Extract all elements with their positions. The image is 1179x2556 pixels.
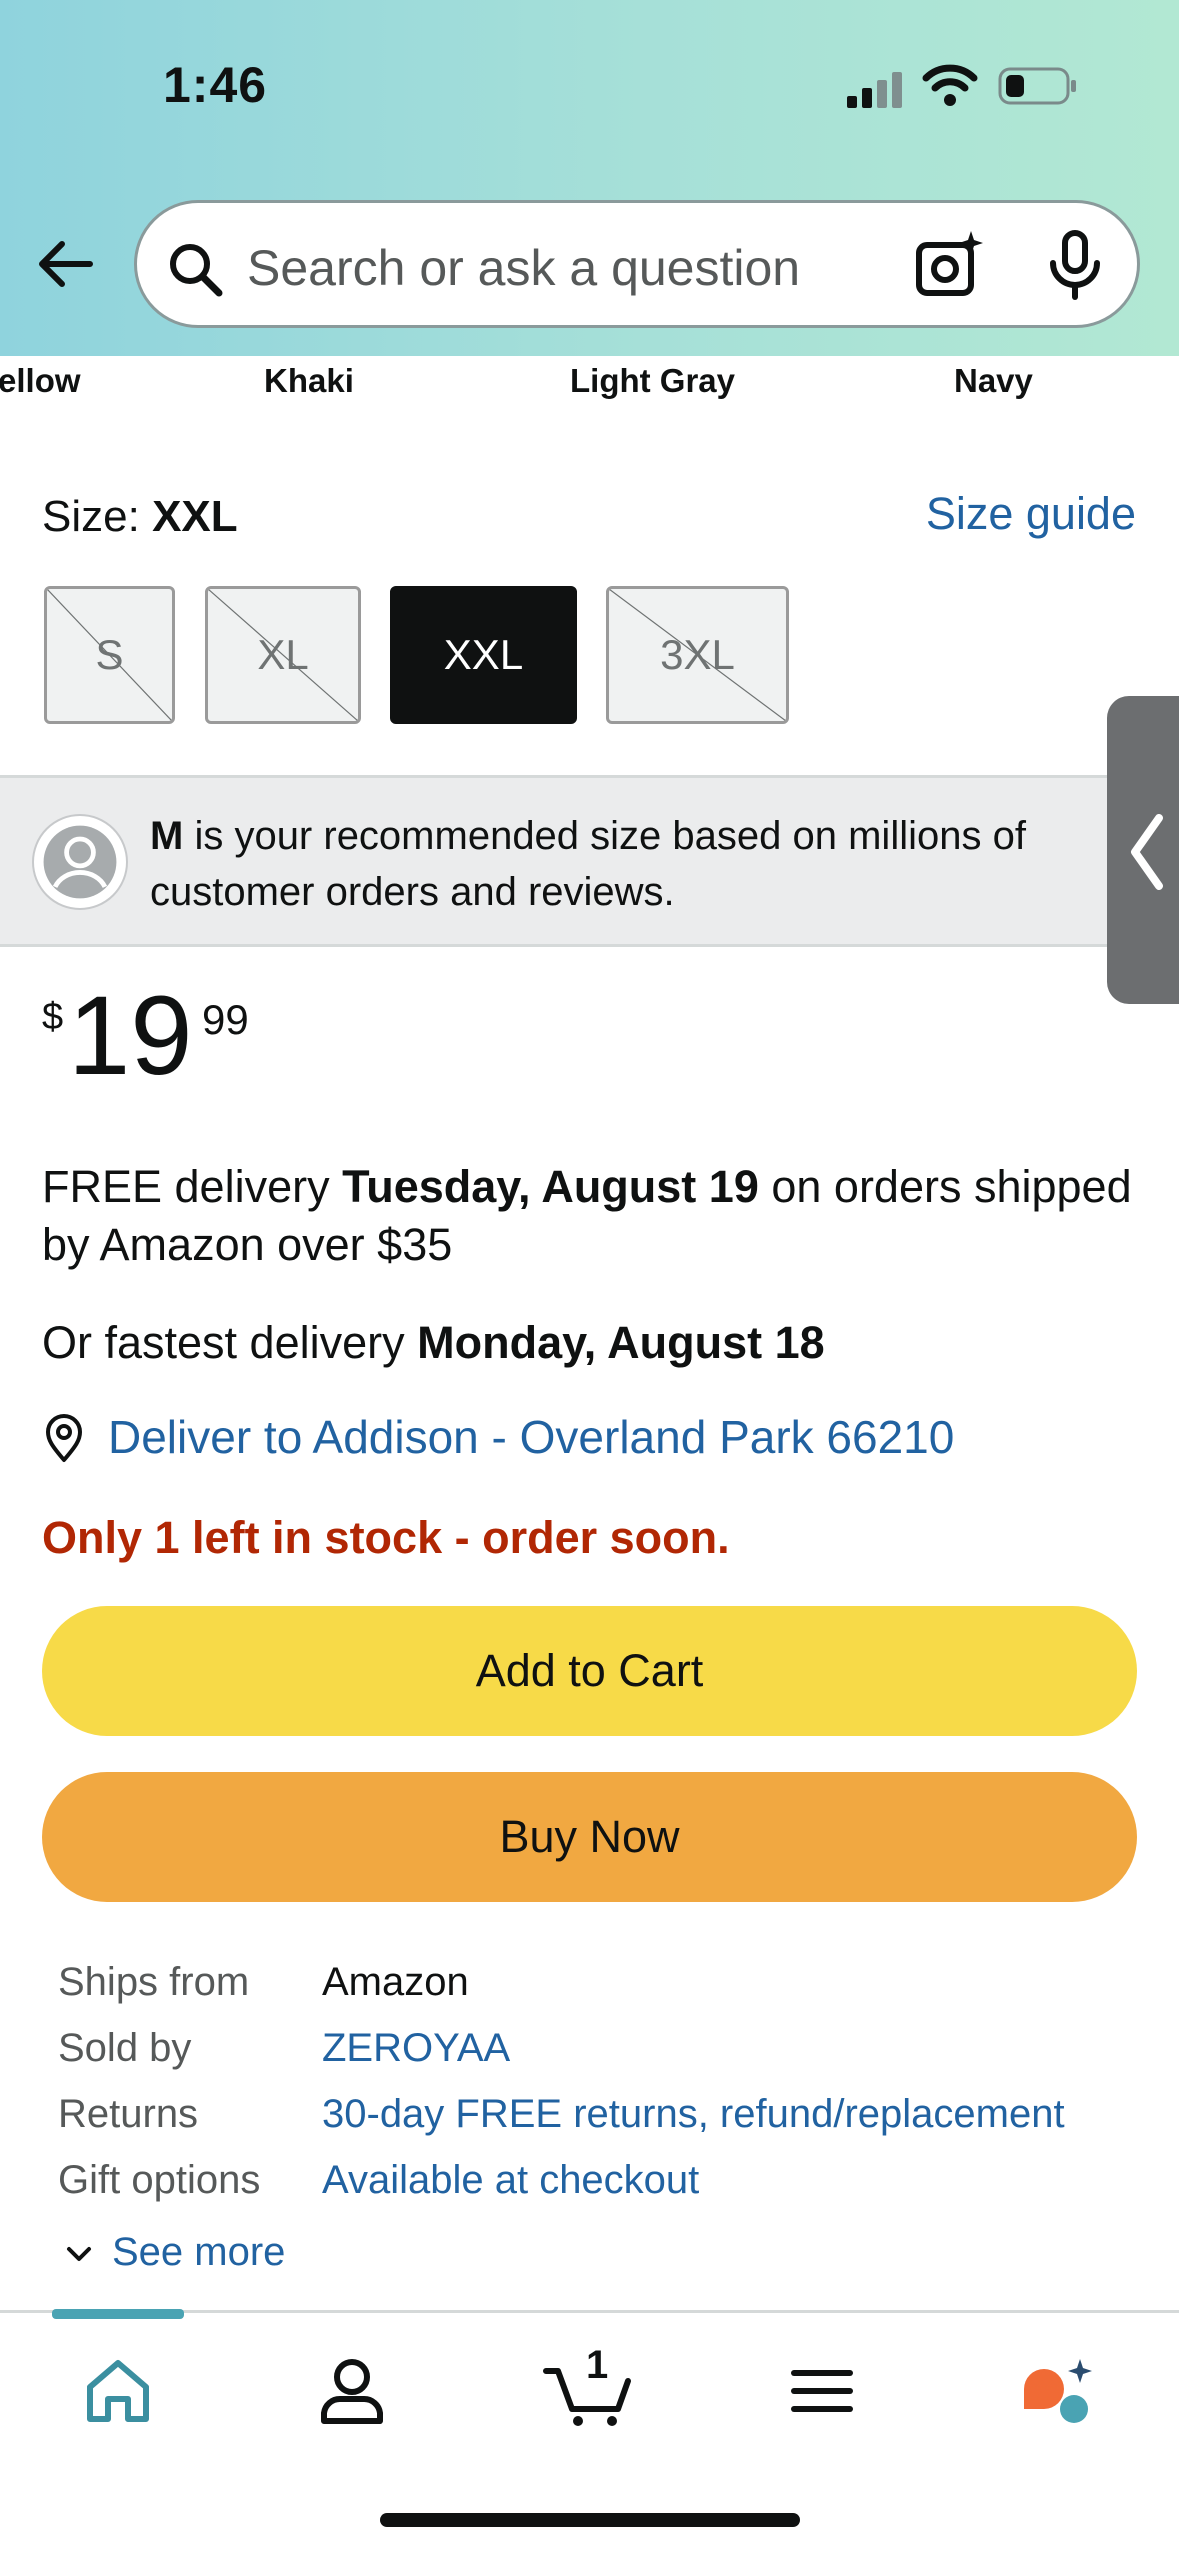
avatar-icon bbox=[32, 814, 128, 910]
rufus-icon[interactable] bbox=[1016, 2351, 1096, 2431]
side-panel-tab[interactable] bbox=[1107, 696, 1179, 1004]
bottom-navigation: 1 bbox=[0, 2309, 1179, 2556]
fastest-delivery-text: Or fastest delivery Monday, August 18 bbox=[42, 1314, 1142, 1372]
size-option-xl[interactable]: XL bbox=[205, 586, 361, 724]
seller-link[interactable]: ZEROYAA bbox=[322, 2026, 510, 2071]
account-icon[interactable] bbox=[312, 2351, 392, 2431]
detail-row-gift-options: Gift options Available at checkout bbox=[58, 2158, 1158, 2218]
size-option-xxl[interactable]: XXL bbox=[390, 586, 577, 724]
size-option-s[interactable]: S bbox=[44, 586, 175, 724]
fastest-delivery-prefix: Or fastest delivery bbox=[42, 1317, 418, 1368]
status-time: 1:46 bbox=[163, 57, 268, 113]
see-more-link[interactable]: See more bbox=[64, 2230, 285, 2275]
size-guide-link[interactable]: Size guide bbox=[926, 488, 1136, 540]
deliver-to-address[interactable]: Deliver to Addison - Overland Park 66210 bbox=[108, 1410, 954, 1464]
recommendation-text: M is your recommended size based on mill… bbox=[150, 808, 1110, 920]
detail-row-returns: Returns 30-day FREE returns, refund/repl… bbox=[58, 2092, 1158, 2152]
header: 1:46 Search or ask a question bbox=[0, 0, 1179, 356]
unavailable-strike-icon bbox=[609, 589, 786, 721]
wifi-icon bbox=[922, 64, 978, 106]
gift-options-link[interactable]: Available at checkout bbox=[322, 2158, 699, 2203]
stock-status: Only 1 left in stock - order soon. bbox=[42, 1512, 730, 1563]
camera-lens-icon[interactable] bbox=[913, 229, 985, 301]
detail-row-sold-by: Sold by ZEROYAA bbox=[58, 2026, 1158, 2086]
recommendation-message: is your recommended size based on millio… bbox=[150, 814, 1026, 914]
price-currency: $ bbox=[42, 996, 64, 1038]
cellular-signal-icon bbox=[847, 72, 902, 108]
free-delivery-date: Tuesday, August 19 bbox=[342, 1161, 759, 1212]
chevron-left-icon bbox=[1131, 814, 1163, 890]
unavailable-strike-icon bbox=[47, 589, 172, 721]
search-input[interactable]: Search or ask a question bbox=[247, 239, 800, 297]
color-option-navy[interactable]: Navy bbox=[954, 362, 1033, 400]
size-option-3xl[interactable]: 3XL bbox=[606, 586, 789, 724]
selected-size: XXL bbox=[152, 492, 238, 541]
size-label: Size: XXL bbox=[42, 492, 238, 542]
see-more-label[interactable]: See more bbox=[112, 2230, 285, 2274]
size-option-label: XXL bbox=[443, 631, 524, 678]
color-option-light-gray[interactable]: Light Gray bbox=[570, 362, 735, 400]
detail-key: Sold by bbox=[58, 2026, 192, 2070]
detail-key: Returns bbox=[58, 2092, 199, 2136]
free-delivery-text: FREE delivery Tuesday, August 19 on orde… bbox=[42, 1158, 1142, 1274]
color-option-khaki[interactable]: Khaki bbox=[264, 362, 354, 400]
fastest-delivery-date: Monday, August 18 bbox=[417, 1317, 825, 1368]
active-tab-indicator bbox=[52, 2309, 184, 2319]
detail-key: Gift options bbox=[58, 2158, 261, 2202]
cart-nav-button[interactable]: 1 bbox=[542, 2343, 638, 2431]
size-label-prefix: Size: bbox=[42, 492, 140, 541]
search-bar[interactable]: Search or ask a question bbox=[134, 200, 1140, 328]
recommended-size: M bbox=[150, 814, 184, 858]
add-to-cart-button[interactable]: Add to Cart bbox=[42, 1606, 1137, 1736]
free-delivery-prefix: FREE delivery bbox=[42, 1161, 343, 1212]
detail-value: Amazon bbox=[322, 1960, 469, 2004]
cart-count-badge: 1 bbox=[586, 2343, 609, 2387]
back-arrow-icon[interactable] bbox=[34, 232, 98, 296]
location-pin-icon bbox=[46, 1414, 82, 1462]
home-indicator bbox=[380, 2513, 800, 2527]
menu-icon[interactable] bbox=[782, 2351, 862, 2431]
detail-row-ships-from: Ships from Amazon bbox=[58, 1960, 1158, 2020]
search-icon bbox=[170, 244, 223, 297]
price-whole: 19 bbox=[68, 973, 193, 1098]
home-icon[interactable] bbox=[78, 2351, 158, 2431]
price-fraction: 99 bbox=[202, 996, 249, 1043]
buy-now-button[interactable]: Buy Now bbox=[42, 1772, 1137, 1902]
detail-key: Ships from bbox=[58, 1960, 250, 2004]
color-option-yellow[interactable]: ellow bbox=[0, 362, 81, 400]
microphone-icon[interactable] bbox=[1043, 229, 1107, 301]
returns-link[interactable]: 30-day FREE returns, refund/replacement bbox=[322, 2092, 1065, 2137]
size-recommendation-banner: M is your recommended size based on mill… bbox=[0, 775, 1179, 947]
battery-icon bbox=[998, 67, 1076, 105]
unavailable-strike-icon bbox=[208, 589, 358, 721]
chevron-down-icon bbox=[67, 2247, 91, 2262]
